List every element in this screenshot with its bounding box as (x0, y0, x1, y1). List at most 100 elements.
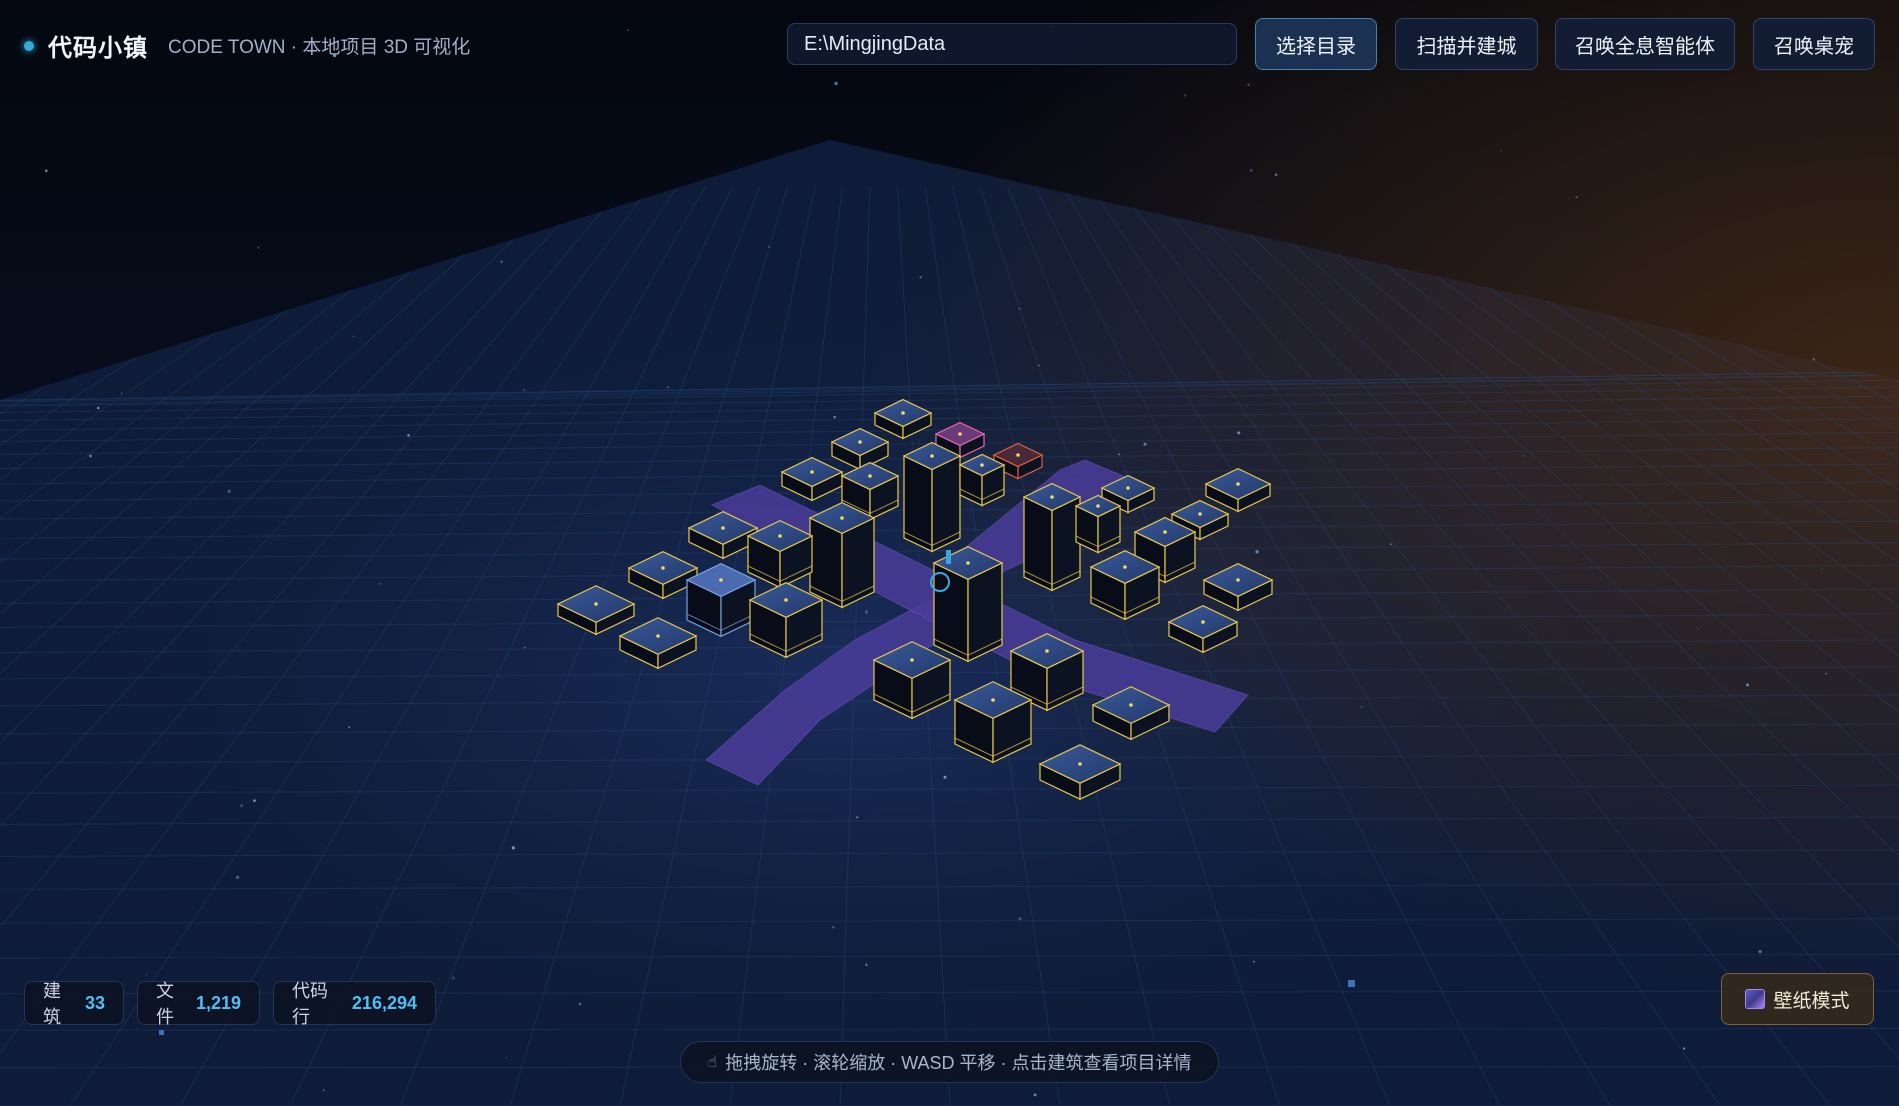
building-light (719, 578, 723, 582)
building-right-face (931, 455, 961, 553)
star (1143, 442, 1147, 446)
wallpaper-mode-button[interactable]: 壁纸模式 (1721, 973, 1874, 1025)
directory-path-input[interactable] (787, 23, 1237, 65)
star (348, 726, 351, 729)
star (856, 816, 859, 819)
app-subtitle: CODE TOWN · 本地项目 3D 可视化 (168, 37, 471, 58)
star (1018, 307, 1021, 310)
star (1360, 706, 1363, 708)
building-light (991, 698, 995, 702)
star (500, 260, 503, 264)
star (1253, 960, 1255, 963)
building-light (901, 411, 905, 415)
summon-pet-button[interactable]: 召唤桌宠 (1753, 18, 1875, 70)
star (1697, 628, 1699, 630)
star (943, 775, 947, 779)
building-light (1201, 620, 1205, 624)
star (145, 973, 148, 976)
building-light (930, 454, 934, 458)
building-light (810, 470, 814, 474)
stat-buildings-value: 33 (84, 992, 105, 1013)
building-light (1198, 512, 1202, 516)
star (322, 1089, 325, 1092)
building[interactable] (1074, 494, 1122, 554)
stat-files-label: 文件 (156, 981, 174, 1027)
building[interactable] (902, 441, 962, 553)
building-light (721, 526, 725, 530)
star (1255, 550, 1259, 554)
star (1758, 950, 1762, 954)
building[interactable] (808, 501, 876, 609)
building-light (1078, 762, 1082, 766)
star (667, 386, 669, 388)
scene-particle (159, 1030, 164, 1035)
building-light (980, 463, 984, 467)
building-light (1236, 482, 1240, 486)
star (353, 335, 355, 337)
building-right-face (967, 562, 1003, 663)
star (240, 804, 244, 808)
building-light (910, 658, 914, 662)
star (1247, 83, 1250, 86)
brand: 代码小镇 CODE TOWN · 本地项目 3D 可视化 (24, 28, 470, 63)
star (407, 433, 410, 437)
star (1821, 568, 1823, 570)
star (253, 799, 256, 802)
building-light (1096, 504, 1100, 508)
star (1746, 683, 1750, 687)
star (767, 245, 771, 248)
scan-and-build-button[interactable]: 扫描并建城 (1395, 18, 1538, 70)
building-left-face (903, 455, 933, 553)
city-3d-scene[interactable] (0, 0, 1899, 1106)
building-light (661, 566, 665, 570)
star (865, 963, 868, 967)
building-light (1126, 486, 1130, 490)
star (1825, 672, 1828, 675)
app-title: 代码小镇 (48, 35, 148, 62)
stat-files: 文件 1,219 (137, 981, 260, 1027)
star (627, 29, 629, 32)
star (523, 389, 526, 391)
building-light (778, 534, 782, 538)
star (120, 392, 123, 395)
star (1390, 543, 1392, 546)
building-light (1129, 703, 1133, 707)
controls-hint: ☝ 拖拽旋转 · 滚轮缩放 · WASD 平移 · 点击建筑查看项目详情 (680, 1041, 1219, 1083)
select-directory-button[interactable]: 选择目录 (1255, 18, 1377, 70)
wallpaper-mode-label: 壁纸模式 (1773, 990, 1850, 1012)
building-light (1236, 578, 1240, 582)
star (97, 406, 100, 410)
star (1183, 94, 1187, 97)
star (1500, 150, 1503, 152)
star (833, 416, 836, 419)
star (1683, 1047, 1686, 1050)
star (227, 489, 231, 493)
building[interactable] (1022, 482, 1082, 592)
building[interactable] (685, 563, 757, 638)
building-light (1123, 565, 1127, 569)
star (452, 976, 455, 979)
star (834, 81, 838, 86)
star (257, 246, 260, 249)
building[interactable] (932, 546, 1004, 663)
stat-files-value: 1,219 (195, 992, 241, 1013)
building-left-face (1023, 496, 1053, 592)
building[interactable] (958, 453, 1006, 507)
star (1038, 364, 1040, 367)
star (235, 875, 240, 879)
building-light (1050, 495, 1054, 499)
summon-agent-button[interactable]: 召唤全息智能体 (1555, 18, 1735, 70)
star (1523, 455, 1525, 457)
star (524, 646, 526, 649)
building-light (958, 432, 962, 436)
building-light (594, 602, 598, 606)
building-light (1016, 453, 1020, 457)
stat-buildings-label: 建筑 (43, 981, 61, 1027)
hand-drag-icon: ☝ (707, 1054, 718, 1071)
star (1237, 431, 1241, 435)
building-light (1045, 649, 1049, 653)
star (511, 846, 515, 850)
star (919, 276, 922, 279)
wallpaper-icon (1745, 989, 1766, 1009)
building-light (858, 440, 862, 444)
